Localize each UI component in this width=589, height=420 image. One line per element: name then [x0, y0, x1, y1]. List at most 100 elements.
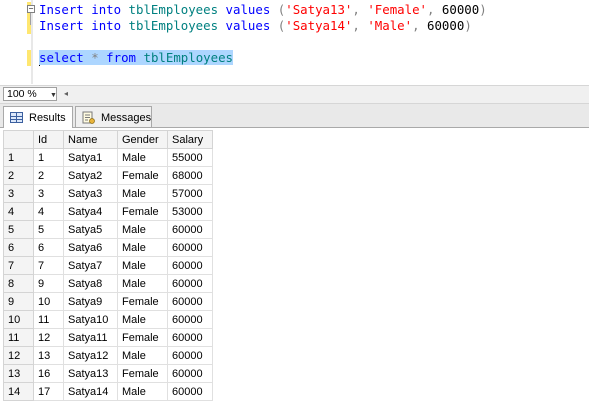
code-line[interactable]: Insert into tblEmployees values ('Satya1… [39, 18, 472, 34]
cell-name[interactable]: Satya10 [63, 310, 118, 329]
cell-salary[interactable]: 60000 [167, 310, 213, 329]
cell-salary[interactable]: 60000 [167, 238, 213, 257]
scroll-left-icon[interactable]: ◂ [64, 89, 68, 98]
cell-id[interactable]: 17 [33, 382, 64, 401]
zoom-dropdown[interactable]: 100 % ▼ [3, 87, 57, 101]
cell-id[interactable]: 12 [33, 328, 64, 347]
cell-name[interactable]: Satya11 [63, 328, 118, 347]
row-number[interactable]: 3 [3, 184, 34, 203]
cell-name[interactable]: Satya6 [63, 238, 118, 257]
row-number[interactable]: 12 [3, 346, 34, 365]
cell-gender[interactable]: Female [117, 292, 168, 311]
cell-id[interactable]: 13 [33, 346, 64, 365]
row-number[interactable]: 8 [3, 274, 34, 293]
table-row[interactable]: 4 4 Satya4 Female 53000 [3, 202, 213, 221]
cell-name[interactable]: Satya13 [63, 364, 118, 383]
cell-name[interactable]: Satya1 [63, 148, 118, 167]
cell-id[interactable]: 10 [33, 292, 64, 311]
cell-name[interactable]: Satya14 [63, 382, 118, 401]
results-grid[interactable]: Id Name Gender Salary 1 1 Satya1 Male 55… [3, 130, 213, 401]
cell-gender[interactable]: Male [117, 274, 168, 293]
tab-messages[interactable]: Messages [75, 106, 152, 127]
cell-salary[interactable]: 60000 [167, 364, 213, 383]
table-row[interactable]: 7 7 Satya7 Male 60000 [3, 256, 213, 275]
cell-gender[interactable]: Male [117, 382, 168, 401]
code-line-selected[interactable]: select * from tblEmployees [39, 50, 234, 66]
row-number[interactable]: 4 [3, 202, 34, 221]
column-header-salary[interactable]: Salary [167, 130, 213, 149]
cell-name[interactable]: Satya4 [63, 202, 118, 221]
table-row[interactable]: 11 12 Satya11 Female 60000 [3, 328, 213, 347]
cell-salary[interactable]: 60000 [167, 274, 213, 293]
query-editor[interactable]: − Insert into tblEmployees values ('Saty… [0, 0, 589, 84]
cell-id[interactable]: 3 [33, 184, 64, 203]
cell-gender[interactable]: Female [117, 328, 168, 347]
cell-name[interactable]: Satya3 [63, 184, 118, 203]
row-number[interactable]: 1 [3, 148, 34, 167]
collapse-icon[interactable]: − [27, 5, 35, 13]
cell-id[interactable]: 1 [33, 148, 64, 167]
corner-cell[interactable] [3, 130, 34, 149]
cell-id[interactable]: 11 [33, 310, 64, 329]
dropdown-arrow-icon[interactable]: ▼ [50, 92, 57, 99]
cell-id[interactable]: 4 [33, 202, 64, 221]
cell-gender[interactable]: Male [117, 256, 168, 275]
row-number[interactable]: 6 [3, 238, 34, 257]
cell-id[interactable]: 16 [33, 364, 64, 383]
column-header-gender[interactable]: Gender [117, 130, 168, 149]
column-header-name[interactable]: Name [63, 130, 118, 149]
table-row[interactable]: 12 13 Satya12 Male 60000 [3, 346, 213, 365]
cell-gender[interactable]: Male [117, 184, 168, 203]
table-row[interactable]: 2 2 Satya2 Female 68000 [3, 166, 213, 185]
code-line[interactable]: Insert into tblEmployees values ('Satya1… [39, 2, 487, 18]
cell-name[interactable]: Satya8 [63, 274, 118, 293]
cell-gender[interactable]: Female [117, 202, 168, 221]
cell-gender[interactable]: Male [117, 238, 168, 257]
row-number[interactable]: 5 [3, 220, 34, 239]
row-number[interactable]: 9 [3, 292, 34, 311]
cell-name[interactable]: Satya9 [63, 292, 118, 311]
cell-gender[interactable]: Female [117, 166, 168, 185]
cell-name[interactable]: Satya7 [63, 256, 118, 275]
cell-salary[interactable]: 57000 [167, 184, 213, 203]
cell-salary[interactable]: 60000 [167, 328, 213, 347]
column-header-id[interactable]: Id [33, 130, 64, 149]
cell-gender[interactable]: Male [117, 148, 168, 167]
table-row[interactable]: 8 9 Satya8 Male 60000 [3, 274, 213, 293]
cell-gender[interactable]: Female [117, 364, 168, 383]
tab-results[interactable]: Results [3, 106, 73, 128]
row-number[interactable]: 11 [3, 328, 34, 347]
table-row[interactable]: 3 3 Satya3 Male 57000 [3, 184, 213, 203]
cell-gender[interactable]: Male [117, 346, 168, 365]
table-row[interactable]: 1 1 Satya1 Male 55000 [3, 148, 213, 167]
cell-id[interactable]: 7 [33, 256, 64, 275]
table-row[interactable]: 10 11 Satya10 Male 60000 [3, 310, 213, 329]
cell-id[interactable]: 9 [33, 274, 64, 293]
table-row[interactable]: 5 5 Satya5 Male 60000 [3, 220, 213, 239]
cell-salary[interactable]: 68000 [167, 166, 213, 185]
table-row[interactable]: 6 6 Satya6 Male 60000 [3, 238, 213, 257]
cell-id[interactable]: 2 [33, 166, 64, 185]
cell-salary[interactable]: 60000 [167, 220, 213, 239]
cell-name[interactable]: Satya5 [63, 220, 118, 239]
cell-gender[interactable]: Male [117, 220, 168, 239]
cell-salary[interactable]: 60000 [167, 346, 213, 365]
row-number[interactable]: 14 [3, 382, 34, 401]
cell-salary[interactable]: 60000 [167, 256, 213, 275]
row-number[interactable]: 2 [3, 166, 34, 185]
cell-salary[interactable]: 55000 [167, 148, 213, 167]
table-row[interactable]: 9 10 Satya9 Female 60000 [3, 292, 213, 311]
cell-name[interactable]: Satya2 [63, 166, 118, 185]
row-number[interactable]: 7 [3, 256, 34, 275]
cell-salary[interactable]: 53000 [167, 202, 213, 221]
cell-gender[interactable]: Male [117, 310, 168, 329]
cell-salary[interactable]: 60000 [167, 382, 213, 401]
cell-name[interactable]: Satya12 [63, 346, 118, 365]
cell-salary[interactable]: 60000 [167, 292, 213, 311]
table-row[interactable]: 13 16 Satya13 Female 60000 [3, 364, 213, 383]
row-number[interactable]: 10 [3, 310, 34, 329]
cell-id[interactable]: 5 [33, 220, 64, 239]
cell-id[interactable]: 6 [33, 238, 64, 257]
table-row[interactable]: 14 17 Satya14 Male 60000 [3, 382, 213, 401]
row-number[interactable]: 13 [3, 364, 34, 383]
